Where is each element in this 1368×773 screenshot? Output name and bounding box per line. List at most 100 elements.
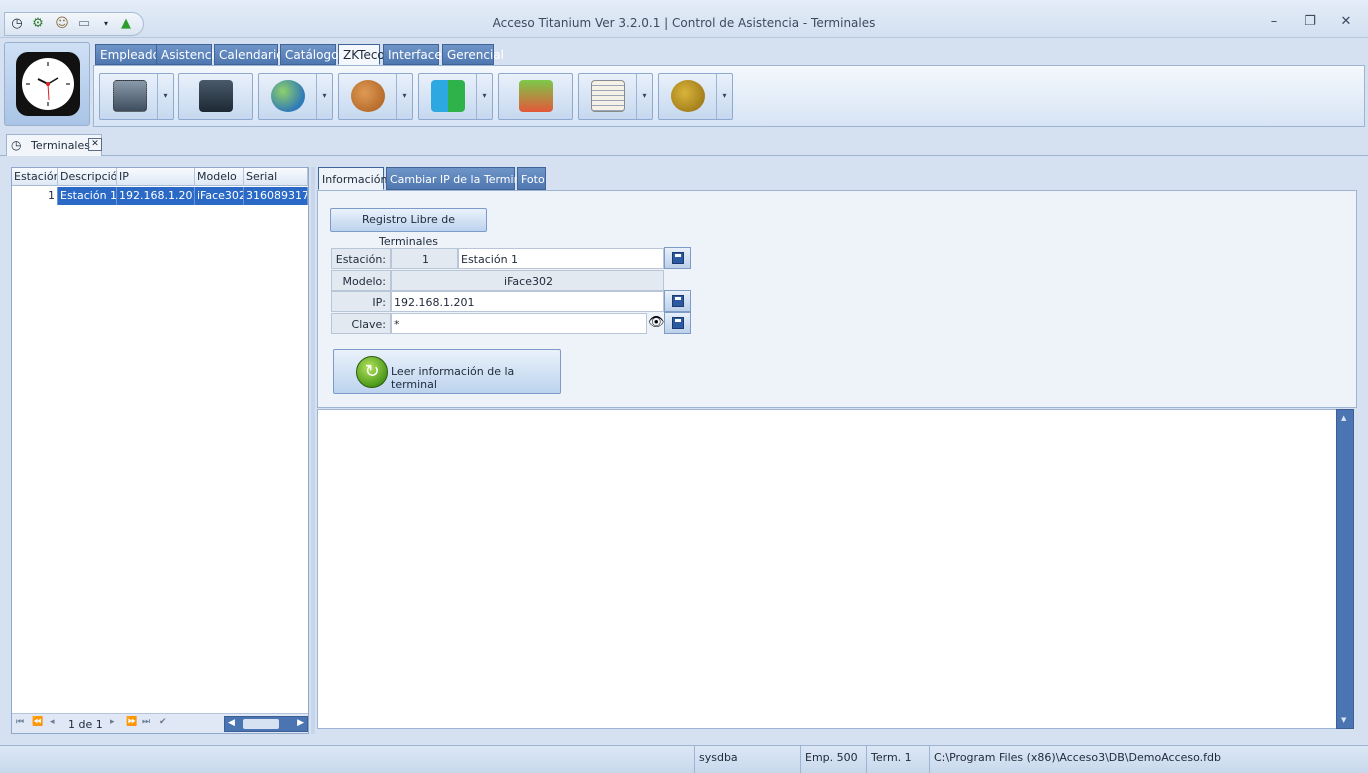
report-list-button[interactable]: ▾ xyxy=(578,73,653,120)
column-serial[interactable]: Serial xyxy=(244,168,308,186)
column-descripcion[interactable]: Descripción xyxy=(58,168,117,186)
restore-button[interactable]: ❐ xyxy=(1298,14,1322,32)
chevron-down-icon[interactable]: ▾ xyxy=(476,74,492,119)
check-icon[interactable]: ✔ xyxy=(159,717,167,727)
save-icon xyxy=(672,252,684,264)
registro-libre-button[interactable]: Registro Libre de Terminales xyxy=(330,208,487,248)
horizontal-scrollbar[interactable]: ◀ ▶ xyxy=(224,716,308,732)
column-modelo[interactable]: Modelo xyxy=(195,168,244,186)
next-page-icon[interactable]: ▸ xyxy=(110,717,115,727)
estacion-description-field[interactable]: Estación 1 xyxy=(458,248,664,269)
clock-icon: ◷ xyxy=(11,138,22,152)
status-user: sysdba xyxy=(694,746,800,773)
scroll-thumb[interactable] xyxy=(243,719,279,729)
tab-asistencia[interactable]: Asistencia xyxy=(156,44,222,65)
tab-zkteco[interactable]: ZKTeco xyxy=(338,44,385,65)
status-employees: Emp. 500 xyxy=(800,746,866,773)
dining-icon xyxy=(671,80,705,112)
tab-gerencial[interactable]: Gerencial xyxy=(442,44,504,65)
sync-arrows-button[interactable] xyxy=(498,73,573,120)
sync-arrows-icon xyxy=(519,80,553,112)
color-blocks-button[interactable]: ▾ xyxy=(418,73,493,120)
modelo-label: Modelo: xyxy=(331,270,391,291)
tab-foto[interactable]: Foto xyxy=(517,167,546,190)
report-list-icon xyxy=(591,80,625,112)
close-button[interactable]: ✕ xyxy=(1334,14,1358,32)
show-password-icon[interactable]: 👁 xyxy=(648,315,665,330)
save-ip-button[interactable] xyxy=(664,290,691,312)
clave-field[interactable]: * xyxy=(391,313,647,334)
minimize-button[interactable]: – xyxy=(1262,14,1286,32)
scroll-up-icon[interactable]: ▲ xyxy=(1341,414,1346,422)
fingerprint-terminal-icon xyxy=(113,80,147,112)
leer-informacion-button[interactable]: ↻ Leer información de la terminal xyxy=(333,349,561,394)
save-clave-button[interactable] xyxy=(664,312,691,334)
estacion-label: Estación: xyxy=(331,248,391,269)
terminal-info-output[interactable] xyxy=(317,409,1354,729)
title-bar: ◷ ⚙ ☺ ▭ ▾ ▲ Acceso Titanium Ver 3.2.0.1 … xyxy=(0,0,1368,38)
ip-field[interactable]: 192.168.1.201 xyxy=(391,291,664,312)
scroll-right-icon[interactable]: ▶ xyxy=(297,718,304,728)
column-estacion[interactable]: Estación xyxy=(12,168,58,186)
chevron-down-icon[interactable]: ▾ xyxy=(396,74,412,119)
information-panel: Registro Libre de Terminales Estación: 1… xyxy=(317,190,1357,408)
chevron-down-icon[interactable]: ▾ xyxy=(636,74,652,119)
vertical-scrollbar[interactable]: ▲ ▼ xyxy=(1336,409,1354,729)
page-indicator: 1 de 1 xyxy=(68,718,103,731)
terminals-grid: Estación Descripción IP Modelo Serial 1 … xyxy=(11,167,309,734)
cell-modelo[interactable]: iFace302 xyxy=(195,187,244,205)
leer-informacion-label: Leer información de la terminal xyxy=(391,365,515,391)
scroll-left-icon[interactable]: ◀ xyxy=(228,718,235,728)
first-page-icon[interactable]: ⏮ xyxy=(16,717,24,727)
refresh-icon: ↻ xyxy=(356,356,388,388)
status-database-path: C:\Program Files (x86)\Acceso3\DB\DemoAc… xyxy=(929,746,1359,773)
ip-label: IP: xyxy=(331,291,391,312)
document-tab-bar: ◷ Terminales ✕ xyxy=(0,130,1368,156)
chevron-down-icon[interactable]: ▾ xyxy=(716,74,732,119)
panel-splitter[interactable] xyxy=(311,167,315,734)
ribbon-panel: ▾ ▾ ▾ ▾ ▾ ▾ xyxy=(93,65,1365,127)
cell-serial[interactable]: 3160893170 xyxy=(244,187,308,205)
status-bar: sysdba Emp. 500 Term. 1 C:\Program Files… xyxy=(0,745,1368,773)
tab-calendarios[interactable]: Calendarios xyxy=(214,44,290,65)
color-blocks-icon xyxy=(431,80,465,112)
cell-ip[interactable]: 192.168.1.201 xyxy=(117,187,195,205)
tab-informacion[interactable]: Información xyxy=(318,167,387,190)
tab-empleados[interactable]: Empleados xyxy=(95,44,166,65)
chevron-down-icon[interactable]: ▾ xyxy=(316,74,332,119)
modelo-field: iFace302 xyxy=(391,270,664,291)
fingerprint-terminal-button[interactable]: ▾ xyxy=(99,73,174,120)
next-page-group-icon[interactable]: ⏩ xyxy=(126,717,137,727)
scroll-down-icon[interactable]: ▼ xyxy=(1341,716,1346,724)
save-estacion-button[interactable] xyxy=(664,247,691,269)
cell-estacion[interactable]: 1 xyxy=(12,187,58,205)
grid-header: Estación Descripción IP Modelo Serial xyxy=(12,168,308,186)
table-row[interactable]: 1 Estación 1 192.168.1.201 iFace302 3160… xyxy=(12,187,308,205)
network-globe-icon xyxy=(271,80,305,112)
column-ip[interactable]: IP xyxy=(117,168,195,186)
save-icon xyxy=(672,295,684,307)
attendance-clock-icon xyxy=(199,80,233,112)
close-tab-button[interactable]: ✕ xyxy=(88,138,102,151)
chevron-down-icon[interactable]: ▾ xyxy=(157,74,173,119)
clock-icon xyxy=(16,52,80,116)
prev-page-group-icon[interactable]: ⏪ xyxy=(32,717,43,727)
tab-terminales[interactable]: ◷ Terminales ✕ xyxy=(6,134,102,156)
tab-interfaces[interactable]: Interfaces xyxy=(383,44,448,65)
app-menu-button[interactable] xyxy=(4,42,90,126)
tab-catalogos[interactable]: Catálogos xyxy=(280,44,345,65)
last-page-icon[interactable]: ⏭ xyxy=(142,717,150,727)
attendance-clock-button[interactable] xyxy=(178,73,253,120)
status-terminal: Term. 1 xyxy=(866,746,929,773)
network-globe-button[interactable]: ▾ xyxy=(258,73,333,120)
prev-page-icon[interactable]: ◂ xyxy=(50,717,55,727)
users-group-icon xyxy=(351,80,385,112)
tab-terminales-label: Terminales xyxy=(31,139,90,152)
estacion-number-field: 1 xyxy=(391,248,458,269)
grid-pager: ⏮ ⏪ ◂ 1 de 1 ▸ ⏩ ⏭ ✔ ◀ ▶ xyxy=(12,713,308,733)
tab-cambiar-ip[interactable]: Cambiar IP de la Terminal xyxy=(386,167,530,190)
save-icon xyxy=(672,317,684,329)
users-group-button[interactable]: ▾ xyxy=(338,73,413,120)
cell-descripcion[interactable]: Estación 1 xyxy=(58,187,117,205)
dining-button[interactable]: ▾ xyxy=(658,73,733,120)
